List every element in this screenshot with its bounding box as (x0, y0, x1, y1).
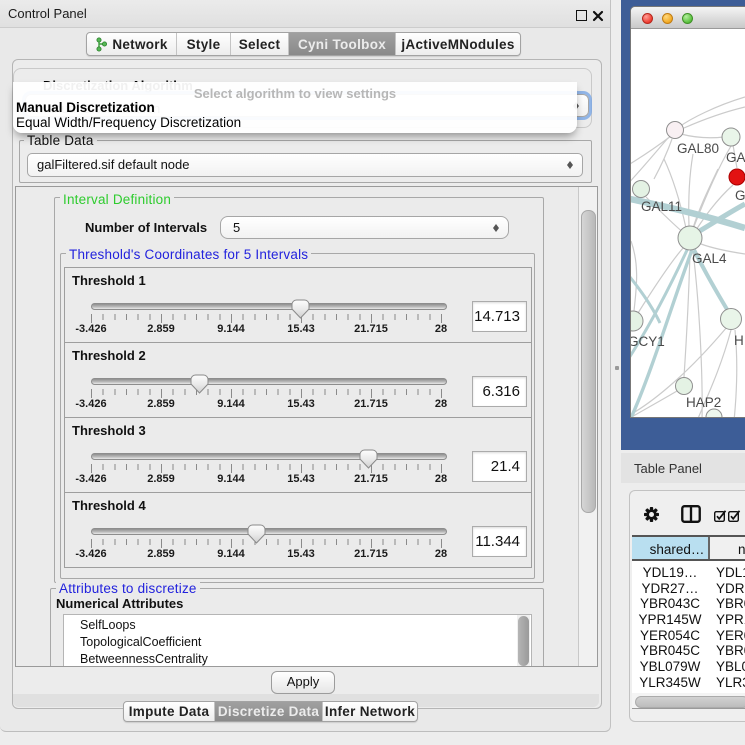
svg-text:GA: GA (726, 150, 745, 165)
svg-text:GAL11: GAL11 (641, 199, 682, 214)
svg-text:GAL80: GAL80 (677, 141, 719, 156)
svg-text:HAP2: HAP2 (686, 395, 721, 410)
svg-text:GCY1: GCY1 (631, 334, 665, 349)
svg-text:H: H (734, 333, 744, 348)
svg-text:G: G (735, 188, 745, 203)
svg-text:GAL4: GAL4 (692, 251, 727, 266)
